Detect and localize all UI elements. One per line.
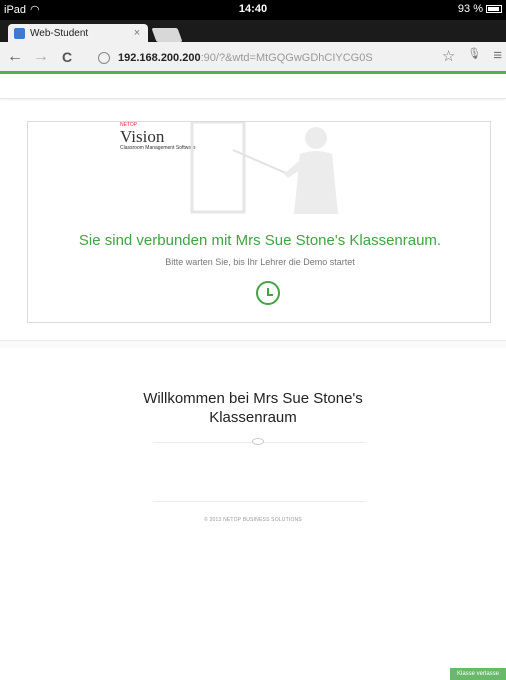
logo-tagline: Classroom Management Software: [120, 145, 196, 151]
logo-product: Vision: [120, 127, 165, 146]
url-path: :90/?&wtd=MtGQGwGDhCIYCG0S: [200, 52, 373, 64]
browser-tab[interactable]: Web-Student ×: [8, 24, 148, 42]
wait-message: Bitte warten Sie, bis Ihr Lehrer die Dem…: [165, 257, 355, 267]
teacher-illustration-icon: [190, 122, 338, 214]
battery-percent: 93 %: [457, 3, 483, 15]
status-card: NETOP Vision Classroom Management Softwa…: [27, 121, 491, 323]
toolbar-actions: ☆ 🎙 ≡: [442, 47, 502, 65]
battery-icon: [486, 5, 502, 13]
welcome-line-1: Willkommen bei Mrs Sue Stone's: [143, 390, 363, 407]
tab-title: Web-Student: [30, 27, 89, 39]
forward-button[interactable]: →: [30, 46, 52, 68]
browser-toolbar: ← → C 192.168.200.200 :90/?&wtd=MtGQGwGD…: [0, 42, 506, 74]
bookmark-star-icon[interactable]: ☆: [442, 47, 455, 65]
status-right: 93 %: [458, 3, 502, 15]
tab-strip: Web-Student ×: [0, 20, 506, 42]
status-bar: iPad ◠ 14:40 93 %: [0, 0, 506, 20]
page-content: NETOP Vision Classroom Management Softwa…: [0, 77, 506, 680]
new-tab-button[interactable]: [151, 28, 183, 42]
clock-icon: [256, 281, 280, 305]
connected-message: Sie sind verbunden mit Mrs Sue Stone's K…: [78, 232, 442, 249]
favicon-icon: [14, 27, 25, 39]
footer-divider: [153, 501, 365, 502]
tab-close-button[interactable]: ×: [130, 27, 144, 39]
status-time: 14:40: [238, 3, 268, 15]
welcome-heading: Willkommen bei Mrs Sue Stone's Klassenra…: [0, 389, 506, 427]
leave-class-button[interactable]: Klasse verlasse: [450, 668, 506, 680]
top-band: [0, 77, 506, 99]
middle-band: [0, 340, 506, 348]
eye-icon: [252, 438, 264, 445]
welcome-line-2: Klassenraum: [209, 409, 297, 426]
reload-button[interactable]: C: [56, 46, 78, 68]
back-button[interactable]: ←: [4, 46, 26, 68]
menu-icon[interactable]: ≡: [493, 47, 502, 65]
copyright: © 2013 NETOP BUSINESS SOLUTIONS: [204, 517, 302, 523]
netop-logo: NETOP Vision Classroom Management Softwa…: [120, 122, 196, 151]
microphone-icon[interactable]: 🎙: [467, 47, 481, 65]
url-host: 192.168.200.200: [118, 52, 201, 64]
globe-icon: [98, 52, 110, 64]
address-bar[interactable]: 192.168.200.200 :90/?&wtd=MtGQGwGDhCIYCG…: [98, 47, 493, 69]
